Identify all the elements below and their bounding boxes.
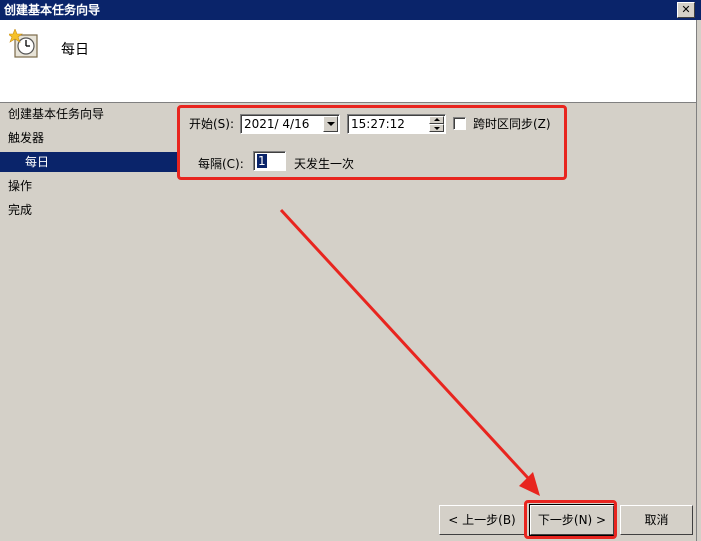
wizard-header: 每日 bbox=[0, 20, 697, 102]
close-button[interactable]: ✕ bbox=[677, 2, 695, 18]
nav-item-trigger[interactable]: 触发器 bbox=[8, 130, 44, 146]
header-divider bbox=[0, 102, 697, 103]
nav-item-finish[interactable]: 完成 bbox=[8, 202, 32, 218]
annotation-box-form bbox=[177, 105, 567, 180]
clock-icon bbox=[9, 29, 38, 58]
cancel-button[interactable]: 取消 bbox=[620, 505, 693, 535]
nav-item-create-basic-task[interactable]: 创建基本任务向导 bbox=[8, 106, 104, 122]
page-title: 每日 bbox=[61, 42, 89, 58]
close-icon: ✕ bbox=[681, 3, 691, 16]
window-border bbox=[696, 20, 701, 541]
window-title: 创建基本任务向导 bbox=[4, 3, 101, 17]
annotation-box-next bbox=[524, 500, 617, 539]
nav-item-action[interactable]: 操作 bbox=[8, 178, 32, 194]
back-button[interactable]: < 上一步(B) bbox=[439, 505, 525, 535]
nav-item-daily-label: 每日 bbox=[25, 155, 50, 169]
title-bar: 创建基本任务向导 ✕ bbox=[0, 0, 701, 20]
nav-item-daily[interactable]: 每日 bbox=[0, 152, 178, 172]
